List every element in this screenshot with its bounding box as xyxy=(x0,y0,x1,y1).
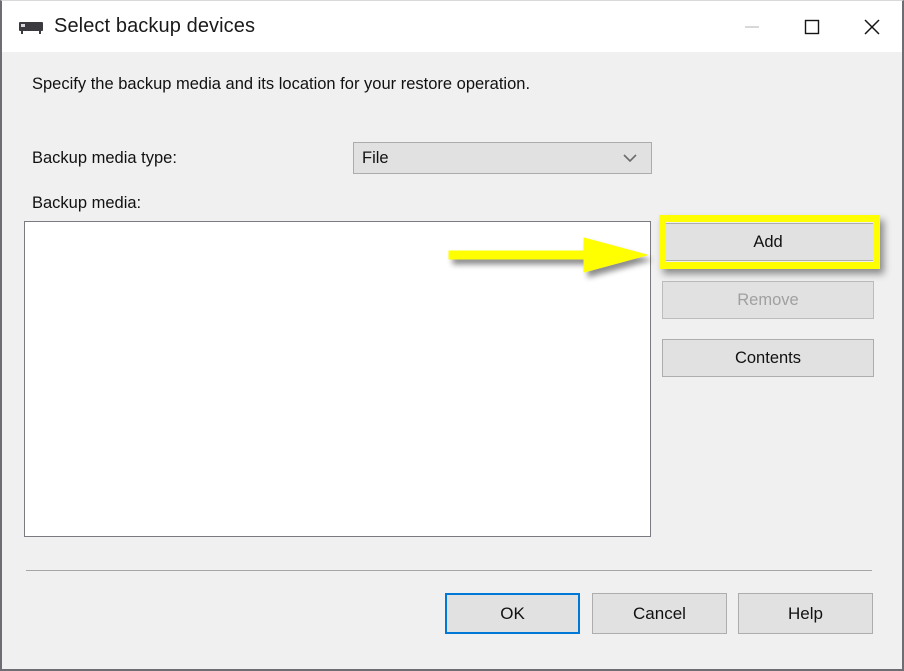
backup-media-type-dropdown[interactable]: File xyxy=(353,142,652,174)
close-button[interactable] xyxy=(842,1,902,52)
ok-button-label: OK xyxy=(500,603,525,623)
backup-media-type-label: Backup media type: xyxy=(32,149,177,167)
maximize-button[interactable] xyxy=(782,1,842,52)
remove-button-label: Remove xyxy=(737,290,799,309)
chevron-down-icon xyxy=(623,154,637,163)
minimize-icon xyxy=(745,25,759,28)
minimize-button[interactable] xyxy=(722,1,782,52)
select-backup-devices-dialog: Select backup devices Specify the backup xyxy=(0,0,904,671)
backup-media-label: Backup media: xyxy=(32,194,142,212)
backup-media-listbox[interactable] xyxy=(24,221,651,537)
cancel-button[interactable]: Cancel xyxy=(592,593,727,634)
remove-button: Remove xyxy=(662,281,874,319)
tape-drive-icon xyxy=(18,14,44,40)
help-button[interactable]: Help xyxy=(738,593,873,634)
close-icon xyxy=(864,18,880,35)
instruction-text: Specify the backup media and its locatio… xyxy=(32,75,531,93)
footer-separator xyxy=(26,570,872,571)
title-bar: Select backup devices xyxy=(2,1,902,52)
cancel-button-label: Cancel xyxy=(633,603,686,623)
window-title: Select backup devices xyxy=(54,15,256,37)
contents-button[interactable]: Contents xyxy=(662,339,874,377)
ok-button[interactable]: OK xyxy=(445,593,580,634)
help-button-label: Help xyxy=(788,603,823,623)
maximize-icon xyxy=(804,19,820,34)
backup-media-type-value: File xyxy=(362,148,389,167)
add-button-label: Add xyxy=(753,232,783,251)
window-controls xyxy=(722,1,902,52)
contents-button-label: Contents xyxy=(734,348,802,367)
add-button[interactable]: Add xyxy=(662,223,874,261)
